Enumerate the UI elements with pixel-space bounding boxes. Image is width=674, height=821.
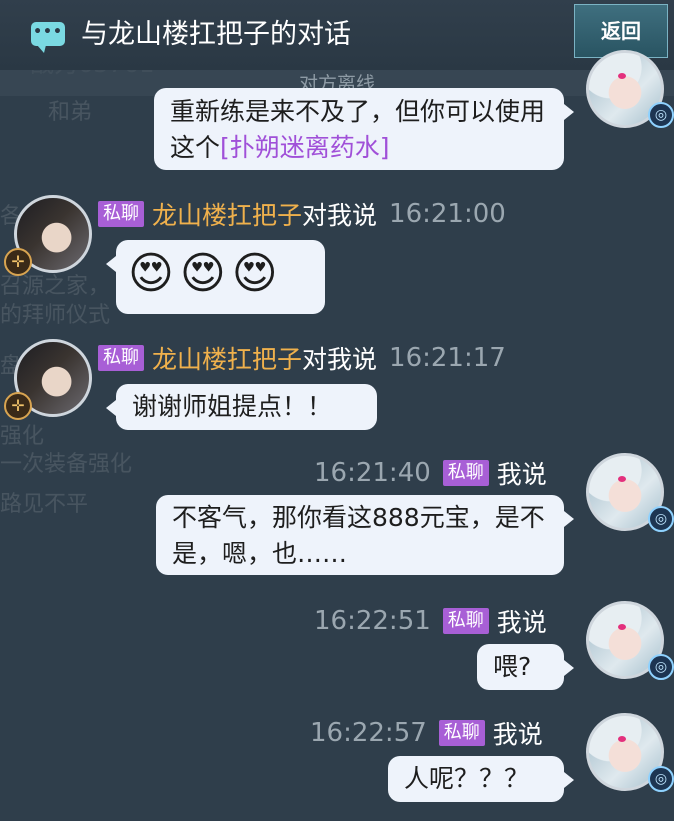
swirl-class-icon: ◎ — [648, 506, 674, 532]
swirl-class-icon: ◎ — [648, 654, 674, 680]
ghost-line4: 的拜师仪式 — [0, 303, 111, 328]
message-text: 人呢？？？ — [404, 764, 530, 793]
says-label: 我说 — [496, 608, 547, 637]
message-meta: 16:22:57 私聊 我说 — [310, 716, 543, 750]
private-chat-tag: 私聊 — [98, 345, 144, 371]
message-bubble: 重新练是来不及了，但你可以使用这个[扑朔迷离药水] — [154, 88, 574, 170]
message-bubble: 喂? — [477, 644, 574, 690]
chat-icon-dots: ••• — [33, 24, 63, 40]
message-bubble: 谢谢师姐提点！！ — [106, 384, 377, 430]
swirl-class-icon: ◎ — [648, 102, 674, 128]
message-meta: 16:22:51 私聊 我说 — [314, 604, 547, 638]
says-label: 我说 — [492, 720, 543, 749]
private-chat-tag: 私聊 — [442, 608, 489, 634]
ghost-line8: 路见不平 — [0, 492, 89, 517]
item-link[interactable]: [扑朔迷离药水] — [220, 133, 390, 162]
chat-header: ••• 与龙山楼扛把子的对话 — [0, 0, 674, 70]
timestamp: 16:21:17 — [389, 343, 506, 373]
timestamp: 16:22:51 — [314, 606, 431, 636]
chat-bubble-icon: ••• — [31, 22, 65, 53]
message-meta: 私聊 龙山楼扛把子 对我说 16:21:17 — [98, 341, 506, 375]
emoji-heart-eyes: 😍😍😍 — [128, 248, 284, 299]
private-chat-tag: 私聊 — [442, 460, 489, 486]
timestamp: 16:21:40 — [314, 458, 431, 488]
sender-name[interactable]: 龙山楼扛把子 — [152, 196, 302, 232]
private-chat-tag: 私聊 — [98, 201, 144, 227]
bow-class-icon: ✛ — [4, 392, 32, 420]
message-text: 不客气，那你看这888元宝，是不是，嗯，也…… — [172, 503, 545, 568]
bow-class-icon: ✛ — [4, 248, 32, 276]
says-label: 对我说 — [302, 345, 378, 374]
message-bubble: 不客气，那你看这888元宝，是不是，嗯，也…… — [156, 495, 574, 575]
sender-name[interactable]: 龙山楼扛把子 — [152, 340, 302, 376]
private-chat-tag: 私聊 — [438, 720, 485, 746]
message-text: 喂? — [493, 652, 532, 681]
ghost-line7: 一次装备强化 — [0, 452, 133, 477]
timestamp: 16:21:00 — [389, 199, 506, 229]
timestamp: 16:22:57 — [310, 718, 427, 748]
says-label: 我说 — [496, 460, 547, 489]
message-bubble: 人呢？？？ — [388, 756, 574, 802]
message-text: 谢谢师姐提点！！ — [132, 392, 333, 421]
ghost-line1: 和弟 — [48, 100, 93, 125]
message-bubble: 😍😍😍 — [106, 240, 325, 314]
chat-title: 与龙山楼扛把子的对话 — [81, 19, 351, 50]
ghost-line6: 强化 — [0, 424, 45, 449]
says-label: 对我说 — [302, 201, 378, 230]
message-meta: 私聊 龙山楼扛把子 对我说 16:21:00 — [98, 197, 506, 231]
swirl-class-icon: ◎ — [648, 766, 674, 792]
message-meta: 16:21:40 私聊 我说 — [314, 456, 547, 490]
